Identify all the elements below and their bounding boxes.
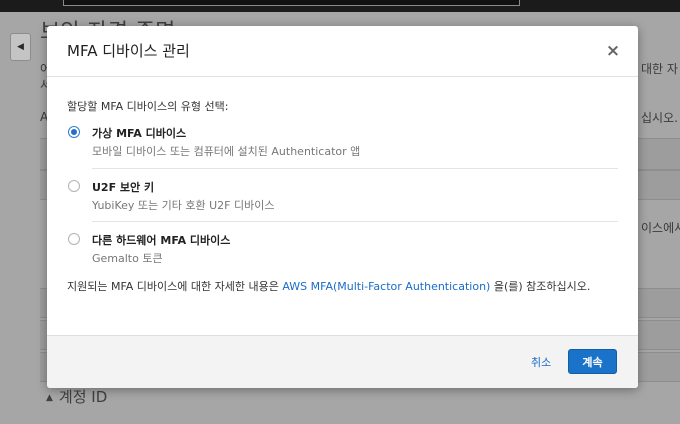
option-label: 가상 MFA 디바이스 (92, 127, 187, 140)
option-description: Gemalto 토큰 (92, 252, 163, 265)
continue-button[interactable]: 계속 (568, 349, 617, 374)
radio-u2f[interactable] (68, 180, 80, 192)
dialog-footer: 취소 계속 (47, 335, 638, 388)
search-bar[interactable] (63, 0, 520, 6)
dialog-title: MFA 디바이스 관리 (67, 42, 190, 60)
manage-mfa-device-dialog: MFA 디바이스 관리 × 할당할 MFA 디바이스의 유형 선택: 가상 MF… (47, 26, 638, 388)
bg-text-side-1: 대한 자 (641, 62, 678, 76)
caret-up-icon: ▲ (46, 393, 53, 403)
option-description: YubiKey 또는 기타 호환 U2F 디바이스 (92, 199, 275, 212)
aws-mfa-link[interactable]: AWS MFA(Multi-Factor Authentication) (282, 280, 490, 293)
divider (92, 168, 618, 169)
info-prefix: 지원되는 MFA 디바이스에 대한 자세한 내용은 (67, 280, 283, 293)
radio-hardware-mfa[interactable] (68, 233, 80, 245)
bg-text-side-2: 십시오. (641, 111, 678, 125)
device-type-prompt: 할당할 MFA 디바이스의 유형 선택: (67, 100, 229, 113)
info-suffix: 을(를) 참조하십시오. (490, 280, 591, 293)
bg-text-side-3: 이스에서 (641, 221, 680, 235)
mfa-info-text: 지원되는 MFA 디바이스에 대한 자세한 내용은 AWS MFA(Multi-… (67, 278, 627, 296)
chevron-left-icon: ◀ (17, 42, 24, 52)
dialog-header: MFA 디바이스 관리 × (47, 26, 638, 77)
option-other-hardware-mfa[interactable]: 다른 하드웨어 MFA 디바이스 Gemalto 토큰 (67, 232, 618, 276)
cancel-button[interactable]: 취소 (531, 354, 551, 370)
radio-virtual-mfa[interactable] (68, 126, 80, 138)
option-label: 다른 하드웨어 MFA 디바이스 (92, 234, 231, 247)
account-id-section[interactable]: ▲ 계정 ID (46, 386, 107, 407)
option-description: 모바일 디바이스 또는 컴퓨터에 설치된 Authenticator 앱 (92, 145, 361, 158)
account-id-label: 계정 ID (58, 388, 108, 406)
option-label: U2F 보안 키 (92, 181, 155, 194)
divider (92, 221, 618, 222)
close-icon[interactable]: × (604, 41, 622, 61)
collapse-sidebar-button[interactable]: ◀ (10, 33, 31, 61)
option-u2f-security-key[interactable]: U2F 보안 키 YubiKey 또는 기타 호환 U2F 디바이스 (67, 179, 618, 223)
option-virtual-mfa-device[interactable]: 가상 MFA 디바이스 모바일 디바이스 또는 컴퓨터에 설치된 Authent… (67, 125, 618, 169)
